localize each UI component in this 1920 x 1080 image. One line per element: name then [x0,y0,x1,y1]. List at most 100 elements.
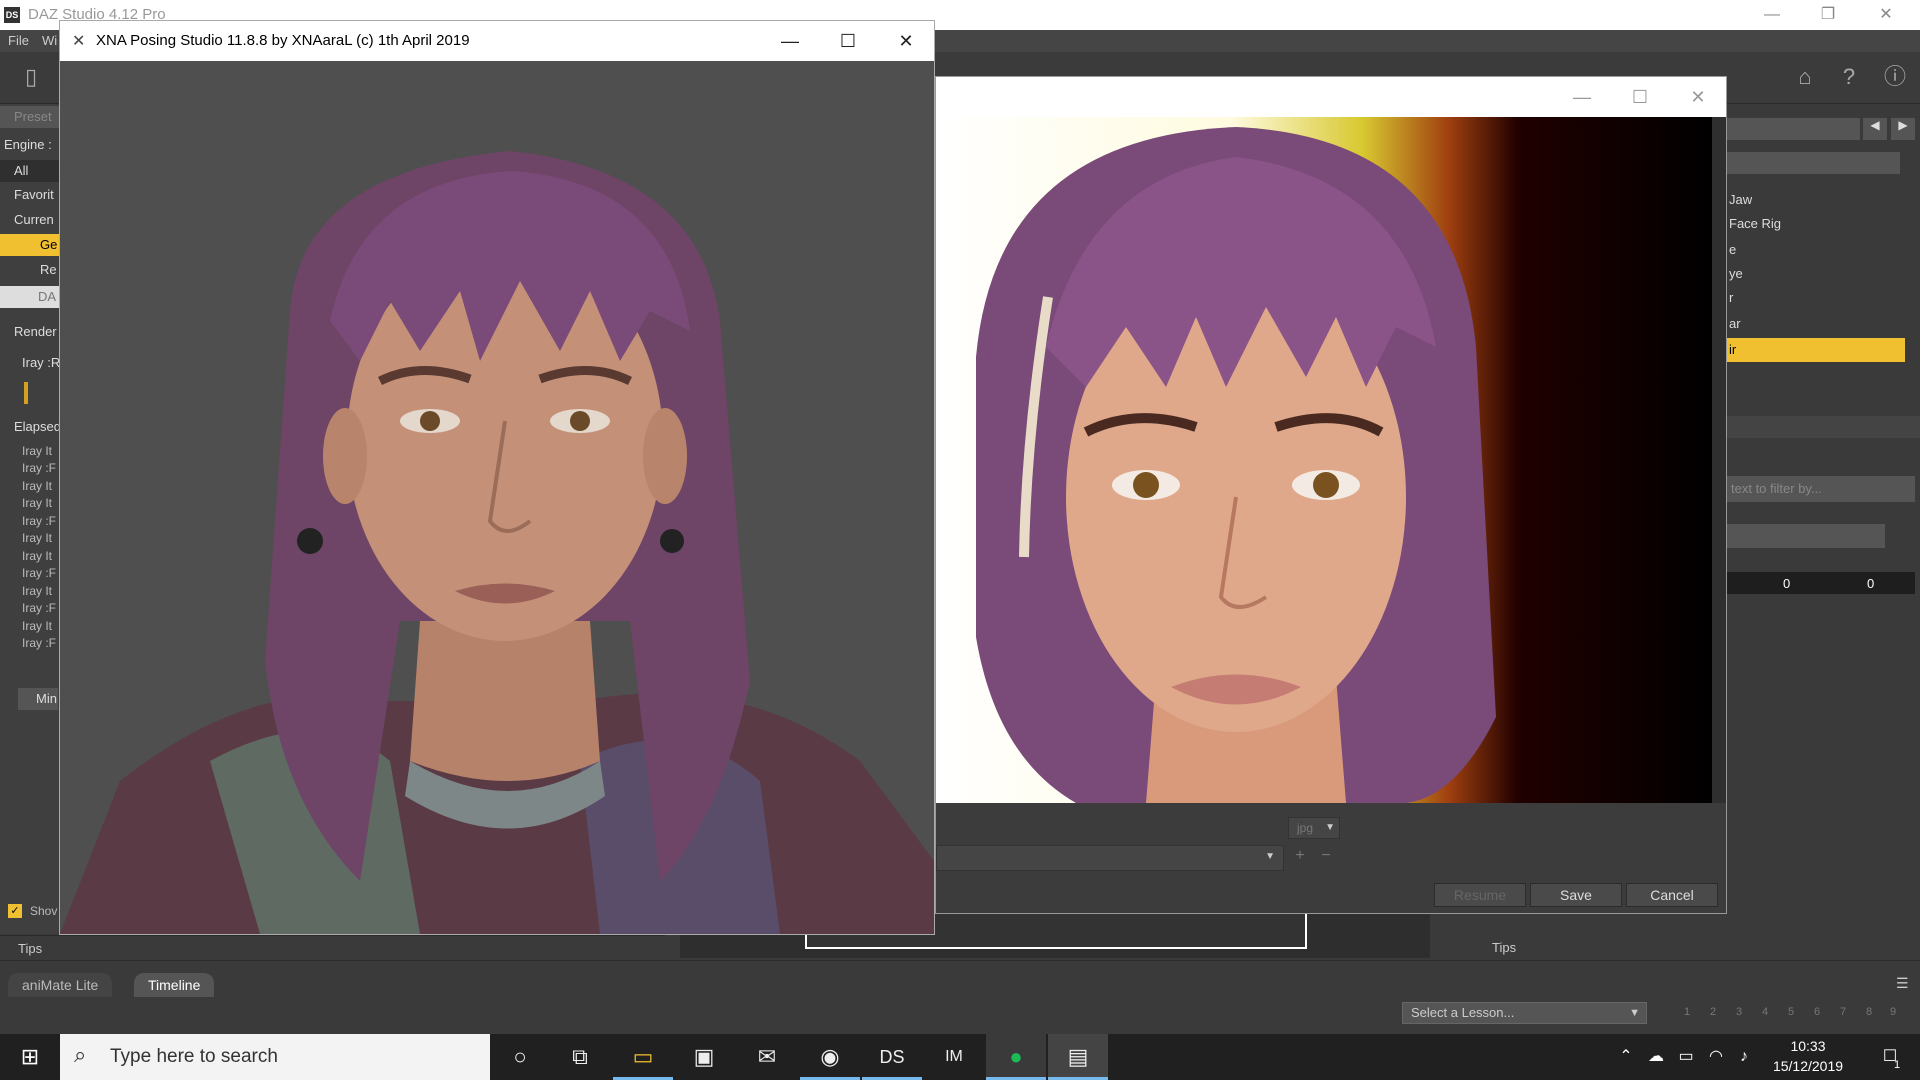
scene-item[interactable]: r [1725,286,1905,310]
scene-item[interactable]: e [1725,238,1905,262]
add-icon[interactable]: + [1290,847,1310,867]
section-render[interactable]: Re [0,259,60,281]
volume-icon[interactable]: ♪ [1730,1034,1758,1080]
elapsed-label: Elapsed [14,419,60,434]
menu-file[interactable]: File [8,33,29,48]
xna-3d-viewport[interactable] [60,61,934,934]
tab-timeline[interactable]: Timeline [134,973,215,997]
log-line: Iray :F [22,566,57,580]
filter-input[interactable]: text to filter by... [1725,476,1915,502]
daz-close-button[interactable]: ✕ [1858,0,1914,30]
xna-app-icon: ✕ [72,33,86,50]
save-button[interactable]: Save [1530,883,1622,907]
daz-studio-taskbar-icon[interactable]: DS [862,1034,922,1080]
presets-tab[interactable]: Preset [0,106,60,128]
lesson-page[interactable]: 3 [1736,1006,1742,1018]
scene-item[interactable]: ar [1725,312,1905,336]
menu-lines-icon[interactable]: ☰ [1896,975,1909,992]
battery-icon[interactable]: ▭ [1672,1034,1700,1080]
xna-taskbar-icon[interactable]: ▤ [1048,1034,1108,1080]
file-explorer-icon[interactable]: ▭ [613,1034,673,1080]
windows-start-icon[interactable]: ⊞ [0,1034,60,1080]
xna-maximize-button[interactable]: ☐ [820,21,876,61]
scene-item[interactable]: ye [1725,262,1905,286]
arrow-left-icon[interactable]: ◀ [1863,118,1887,140]
imagemagick-taskbar-icon[interactable]: IM [924,1034,984,1080]
lesson-page[interactable]: 5 [1788,1006,1794,1018]
tab-animate-lite[interactable]: aniMate Lite [8,973,113,997]
lesson-page[interactable]: 7 [1840,1006,1846,1018]
cortana-icon[interactable]: ○ [490,1034,550,1080]
daz-restore-button[interactable]: ❐ [1800,0,1856,30]
log-line: Iray :F [22,461,57,475]
taskbar-search[interactable]: ⌕ Type here to search [60,1034,490,1080]
filter-favorite[interactable]: Favorit [0,184,60,206]
render-scrollbar[interactable] [1712,117,1726,803]
render-settings-pane: Preset Engine : All Favorit Curren Ge Re… [0,104,60,934]
store-icon[interactable]: ▣ [674,1034,734,1080]
lesson-page[interactable]: 9 [1890,1006,1896,1018]
windows-taskbar: ⊞ ⌕ Type here to search ○ ⧉ ▭ ▣ ✉ ◉ DS I… [0,1034,1920,1080]
scene-item-selected[interactable]: ir [1725,338,1905,362]
lesson-page[interactable]: 2 [1710,1006,1716,1018]
search-icon: ⌕ [74,1042,87,1067]
tips-label[interactable]: Tips [1492,940,1516,955]
pane-divider [1725,416,1920,438]
help-icon[interactable]: ⓘ [1880,62,1910,92]
scene-item-jaw[interactable]: Jaw [1725,188,1905,212]
da-item[interactable]: DA [0,286,60,308]
clock-time: 10:33 [1790,1038,1826,1054]
render-maximize-button[interactable]: ☐ [1612,77,1668,117]
chrome-icon[interactable]: ◉ [800,1034,860,1080]
render-character-image [936,117,1712,803]
engine-label: Engine : [4,137,52,152]
lesson-page[interactable]: 1 [1684,1006,1690,1018]
render-window: — ☐ ✕ jpg ▼ ▼ + − Resume Save Cancel [935,76,1727,914]
lesson-page[interactable]: 6 [1814,1006,1820,1018]
lesson-page[interactable]: 4 [1762,1006,1768,1018]
lesson-select[interactable]: Select a Lesson... ▼ [1402,1002,1647,1024]
tips-label[interactable]: Tips [18,941,42,956]
arrow-right-icon[interactable]: ▶ [1891,118,1915,140]
render-minimize-button[interactable]: — [1554,77,1610,117]
menu-window[interactable]: Wi [42,33,57,48]
target-select[interactable]: ▼ [936,845,1284,871]
cancel-button[interactable]: Cancel [1626,883,1718,907]
taskbar-clock[interactable]: 10:33 15/12/2019 [1758,1036,1858,1076]
resume-button[interactable]: Resume [1434,883,1526,907]
scene-item-face-rig[interactable]: Face Rig [1725,212,1905,236]
onedrive-icon[interactable]: ☁ [1642,1034,1670,1080]
scene-pane: ◀ ▶ Jaw Face Rig e ye r ar ir text to fi… [1725,104,1920,934]
show-checkbox[interactable]: ✓ [8,904,22,918]
home-icon[interactable]: ⌂ [1790,62,1820,92]
progress-indicator [24,382,28,404]
xna-character-render [60,61,934,934]
filter-current[interactable]: Curren [0,209,60,231]
notifications-icon[interactable]: ☐ 1 [1870,1034,1910,1080]
min-button[interactable]: Min [18,688,58,710]
mail-icon[interactable]: ✉ [737,1034,797,1080]
lesson-pages: 1 2 3 4 5 6 7 8 9 [1652,1002,1902,1024]
spotify-icon[interactable]: ● [986,1034,1046,1080]
value-a: 0 [1783,576,1791,591]
wifi-icon[interactable]: ◠ [1702,1034,1730,1080]
chevron-up-icon[interactable]: ⌃ [1612,1034,1640,1080]
value-b: 0 [1867,576,1875,591]
section-general[interactable]: Ge [0,234,60,256]
format-select[interactable]: jpg ▼ [1288,817,1340,839]
lesson-page[interactable]: 8 [1866,1006,1872,1018]
remove-icon[interactable]: − [1316,847,1336,867]
xna-close-button[interactable]: ✕ [878,21,934,61]
whats-this-icon[interactable]: ? [1834,62,1864,92]
xna-minimize-button[interactable]: — [762,21,818,61]
filter-all[interactable]: All [0,160,60,182]
search-placeholder: Type here to search [110,1046,278,1067]
daz-minimize-button[interactable]: — [1744,0,1800,30]
scene-list-header [1725,152,1900,174]
property-field[interactable] [1725,524,1885,548]
render-close-button[interactable]: ✕ [1670,77,1726,117]
chevron-down-icon: ▼ [1265,851,1275,862]
log-line: Iray It [22,479,53,493]
task-view-icon[interactable]: ⧉ [550,1034,610,1080]
new-file-icon[interactable]: ▯ [16,62,46,92]
